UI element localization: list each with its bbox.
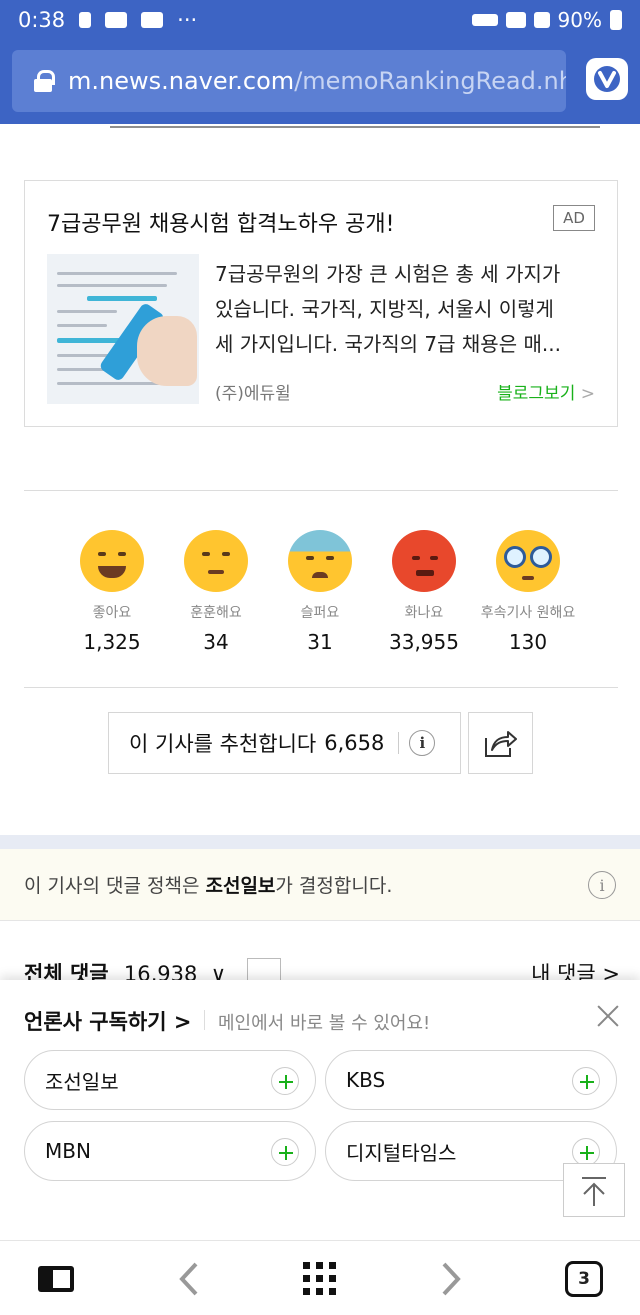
reaction-warm[interactable]: 훈훈해요 34 xyxy=(164,530,268,654)
recommend-button[interactable]: 이 기사를 추천합니다 6,658 i xyxy=(108,712,461,774)
lock-icon xyxy=(34,70,55,92)
chevron-right-icon: > xyxy=(580,384,595,404)
wifi-icon xyxy=(505,12,526,28)
browser-bottom-bar: 3 xyxy=(0,1240,640,1315)
reaction-angry[interactable]: 화나요 33,955 xyxy=(372,530,476,654)
add-icon[interactable] xyxy=(572,1067,600,1095)
speed-dial-icon[interactable] xyxy=(298,1259,342,1299)
add-icon[interactable] xyxy=(572,1138,600,1166)
subscribe-title[interactable]: 언론사 구독하기 > xyxy=(24,1006,191,1036)
policy-info-icon[interactable]: i xyxy=(588,871,616,899)
publisher-chosun[interactable]: 조선일보 xyxy=(24,1050,316,1110)
signal-icon xyxy=(533,12,550,28)
comment-policy: 이 기사의 댓글 정책은 조선일보 가 결정합니다. i xyxy=(0,849,640,921)
subscribe-sheet: 언론사 구독하기 > 메인에서 바로 볼 수 있어요! 조선일보 KBS MBN… xyxy=(0,980,640,1240)
status-time: 0:38 xyxy=(18,8,66,32)
add-icon[interactable] xyxy=(271,1138,299,1166)
recommend-label: 이 기사를 추천합니다 xyxy=(129,732,317,756)
volte-icon xyxy=(471,14,498,26)
share-button[interactable] xyxy=(468,712,533,774)
forward-icon[interactable] xyxy=(430,1259,474,1299)
ad-title[interactable]: 7급공무원 채용시험 합격노하우 공개! xyxy=(47,206,394,238)
vivaldi-menu-icon[interactable] xyxy=(586,58,628,100)
key-icon xyxy=(79,12,92,28)
battery-percent: 90% xyxy=(557,8,602,32)
ad-thumbnail[interactable] xyxy=(47,254,199,404)
publisher-mbn[interactable]: MBN xyxy=(24,1121,316,1181)
close-icon[interactable] xyxy=(594,1002,622,1030)
scroll-to-top-button[interactable] xyxy=(563,1163,625,1217)
divider xyxy=(24,490,618,491)
reaction-bar: 좋아요 1,325 훈훈해요 34 슬퍼요 31 화나요 33,955 후속기사 xyxy=(60,530,580,654)
followup-emoji-icon xyxy=(496,530,560,592)
blog-view-link[interactable]: 블로그보기 > xyxy=(497,379,595,404)
subscribe-subtitle: 메인에서 바로 볼 수 있어요! xyxy=(218,1013,431,1034)
mail-icon xyxy=(141,12,164,28)
reaction-want-followup[interactable]: 후속기사 원해요 130 xyxy=(476,530,580,654)
divider xyxy=(24,687,618,688)
sad-emoji-icon xyxy=(288,530,352,592)
publisher-kbs[interactable]: KBS xyxy=(325,1050,617,1110)
ad-card[interactable]: 7급공무원 채용시험 합격노하우 공개! AD 7급공무원의 가장 큰 시험은 … xyxy=(24,180,618,427)
tabs-button[interactable]: 3 xyxy=(562,1259,606,1299)
angry-emoji-icon xyxy=(392,530,456,592)
info-icon[interactable]: i xyxy=(409,730,436,756)
address-bar[interactable]: m.news.naver.com /memoRankingRead.nhn xyxy=(12,50,566,112)
url-path: /memoRankingRead.nhn xyxy=(294,67,566,95)
youtube-icon xyxy=(105,12,128,28)
share-icon xyxy=(484,731,517,757)
url-host: m.news.naver.com xyxy=(68,67,295,95)
battery-icon xyxy=(610,10,622,30)
panel-toggle-icon[interactable] xyxy=(34,1259,78,1299)
recommend-count: 6,658 xyxy=(324,731,385,755)
add-icon[interactable] xyxy=(271,1067,299,1095)
tab-count: 3 xyxy=(565,1261,603,1297)
more-notifications-icon: ··· xyxy=(177,8,198,32)
ad-description[interactable]: 7급공무원의 가장 큰 시험은 총 세 가지가 있습니다. 국가직, 지방직, … xyxy=(215,257,595,362)
reaction-like[interactable]: 좋아요 1,325 xyxy=(60,530,164,654)
arrow-up-icon xyxy=(582,1177,606,1206)
reaction-sad[interactable]: 슬퍼요 31 xyxy=(268,530,372,654)
back-icon[interactable] xyxy=(166,1259,210,1299)
ad-badge: AD xyxy=(553,205,595,231)
section-separator xyxy=(0,835,640,849)
warm-emoji-icon xyxy=(184,530,248,592)
ad-source: (주)에듀윌 xyxy=(215,384,291,404)
browser-toolbar: m.news.naver.com /memoRankingRead.nhn xyxy=(0,40,640,124)
policy-publisher: 조선일보 xyxy=(205,875,276,897)
like-emoji-icon xyxy=(80,530,144,592)
clipped-article-text xyxy=(0,124,640,130)
status-bar: 0:38 ··· 90% xyxy=(0,0,640,40)
